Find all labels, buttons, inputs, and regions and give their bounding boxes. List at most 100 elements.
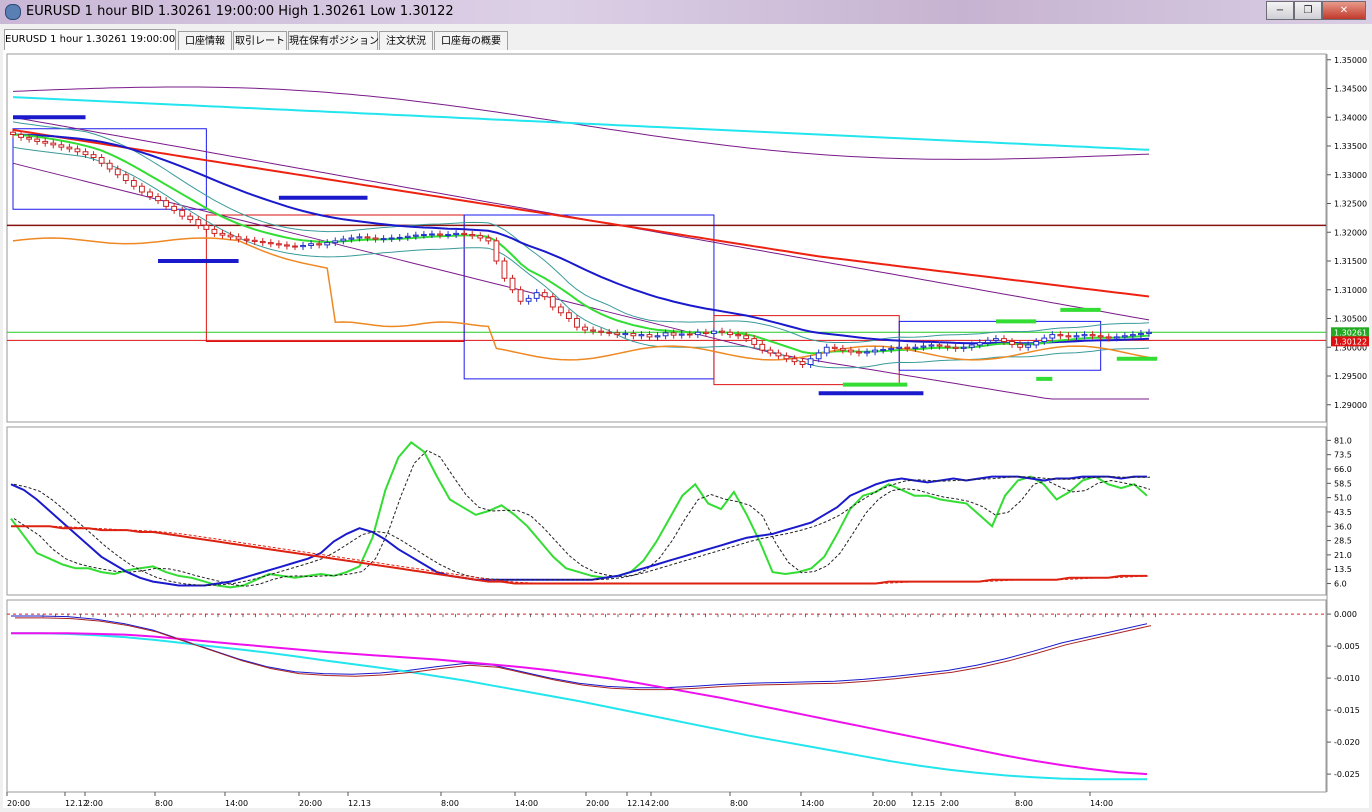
x-tick-label: 20:00 bbox=[7, 799, 30, 808]
candle-body bbox=[654, 335, 661, 338]
candle-body bbox=[372, 237, 379, 240]
candle-body bbox=[243, 238, 250, 241]
chart-svg[interactable]: 1.35000 1.34500 1.34000 1.33500 1.33000 1.325… bbox=[3, 50, 1369, 808]
candle-body bbox=[1049, 334, 1056, 339]
candle-body bbox=[541, 292, 548, 298]
candle-body bbox=[912, 346, 919, 349]
candle-body bbox=[10, 131, 16, 135]
chart-area[interactable]: 1.35000 1.34500 1.34000 1.33500 1.33000 1.325… bbox=[3, 50, 1369, 808]
candle-body bbox=[1041, 337, 1048, 342]
maximize-button[interactable]: ❐ bbox=[1294, 1, 1322, 20]
osc-tick-label: 58.5 bbox=[1334, 479, 1352, 488]
candle-body bbox=[936, 344, 943, 347]
x-tick-label: 20:00 bbox=[873, 799, 896, 808]
candle-body bbox=[429, 233, 435, 236]
candle-body bbox=[509, 277, 516, 291]
candle-body bbox=[219, 232, 226, 236]
tab-open-positions[interactable]: 現在保有ポジション bbox=[288, 31, 379, 50]
candle-body bbox=[469, 234, 476, 237]
x-tick-label: 8:00 bbox=[155, 799, 173, 808]
osc-tick-label: 21.0 bbox=[1334, 551, 1352, 560]
candle-body bbox=[171, 205, 178, 211]
tab-chart[interactable]: EURUSD 1 hour 1.30261 19:00:00 bbox=[4, 29, 176, 51]
candle-body bbox=[275, 243, 282, 246]
candle-body bbox=[646, 334, 653, 338]
candle-body bbox=[42, 140, 49, 144]
price-tick-label: 1.33000 bbox=[1334, 171, 1367, 180]
tab-trade-rates[interactable]: 取引レート bbox=[233, 31, 287, 50]
candle-body bbox=[533, 292, 540, 299]
osc-tick-label: 43.5 bbox=[1334, 508, 1352, 517]
candle-body bbox=[179, 209, 186, 217]
candle-body bbox=[1009, 341, 1015, 345]
x-tick-label: 20:00 bbox=[586, 799, 609, 808]
macd-tick-label: -0.015 bbox=[1334, 706, 1360, 715]
candle-body bbox=[461, 232, 468, 236]
minimize-button[interactable]: − bbox=[1266, 1, 1294, 20]
candle-body bbox=[678, 333, 685, 336]
candle-body bbox=[993, 338, 999, 341]
osc-tick-label: 13.5 bbox=[1334, 565, 1352, 574]
candle-body bbox=[694, 331, 701, 336]
x-tick-label: 2:00 bbox=[85, 799, 103, 808]
tab-account-info[interactable]: 口座情報 bbox=[178, 31, 232, 50]
candle-body bbox=[872, 349, 878, 353]
price-tick-label: 1.32500 bbox=[1334, 200, 1367, 209]
candle-body bbox=[420, 234, 427, 237]
candle-body bbox=[1001, 338, 1007, 342]
tab-orders[interactable]: 注文状況 bbox=[379, 31, 433, 50]
price-tick-label: 1.31500 bbox=[1334, 257, 1367, 266]
candle-body bbox=[493, 240, 500, 262]
candle-body bbox=[864, 351, 870, 354]
candle-body bbox=[235, 236, 242, 240]
candle-body bbox=[614, 332, 621, 336]
candle-body bbox=[412, 234, 419, 237]
osc-tick-label: 51.0 bbox=[1334, 494, 1352, 503]
x-tick-label: 14:00 bbox=[515, 799, 538, 808]
candle-body bbox=[670, 332, 677, 336]
candle-body bbox=[187, 215, 194, 221]
candle-body bbox=[791, 358, 798, 363]
candle-body bbox=[485, 237, 492, 242]
candle-body bbox=[195, 219, 202, 226]
candle-body bbox=[759, 343, 766, 351]
price-tick-label: 1.34500 bbox=[1334, 85, 1367, 94]
candle-body bbox=[1129, 334, 1136, 337]
candle-body bbox=[356, 236, 363, 239]
candle-body bbox=[856, 351, 862, 354]
tab-bar: EURUSD 1 hour 1.30261 19:00:00 口座情報 取引レー… bbox=[0, 28, 1372, 52]
candle-body bbox=[380, 238, 387, 241]
price-tick-label: 1.34000 bbox=[1334, 113, 1367, 122]
candle-body bbox=[453, 232, 460, 236]
x-tick-label: 2:00 bbox=[941, 799, 959, 808]
x-tick-label: 12.13 bbox=[348, 799, 371, 808]
candle-body bbox=[155, 196, 161, 202]
close-button[interactable]: ✕ bbox=[1322, 1, 1366, 20]
macd-tick-label: -0.010 bbox=[1334, 674, 1360, 683]
candle-body bbox=[58, 144, 65, 148]
last-price-label: 1.30261 bbox=[1334, 328, 1367, 337]
candle-body bbox=[404, 235, 411, 238]
candle-body bbox=[1138, 332, 1144, 336]
candle-body bbox=[267, 242, 274, 245]
tab-account-summary[interactable]: 口座毎の概要 bbox=[434, 31, 508, 50]
candle-body bbox=[904, 346, 911, 349]
macd-tick-label: -0.025 bbox=[1334, 770, 1360, 779]
candle-body bbox=[74, 148, 81, 153]
candle-body bbox=[847, 349, 854, 353]
candle-body bbox=[50, 142, 57, 146]
candle-body bbox=[1089, 334, 1096, 337]
candle-body bbox=[332, 240, 339, 244]
x-tick-label: 12.14 bbox=[627, 799, 650, 808]
window-titlebar: EURUSD 1 hour BID 1.30261 19:00:00 High … bbox=[0, 0, 1372, 24]
candle-body bbox=[888, 347, 895, 351]
candle-body bbox=[227, 234, 234, 238]
candle-body bbox=[477, 235, 484, 239]
candle-body bbox=[719, 330, 725, 333]
candle-body bbox=[823, 346, 830, 354]
candle-body bbox=[807, 358, 814, 365]
osc-tick-label: 36.0 bbox=[1334, 522, 1352, 531]
candle-body bbox=[557, 306, 564, 314]
x-tick-label: 14:00 bbox=[225, 799, 248, 808]
price-tick-label: 1.35000 bbox=[1334, 56, 1367, 65]
